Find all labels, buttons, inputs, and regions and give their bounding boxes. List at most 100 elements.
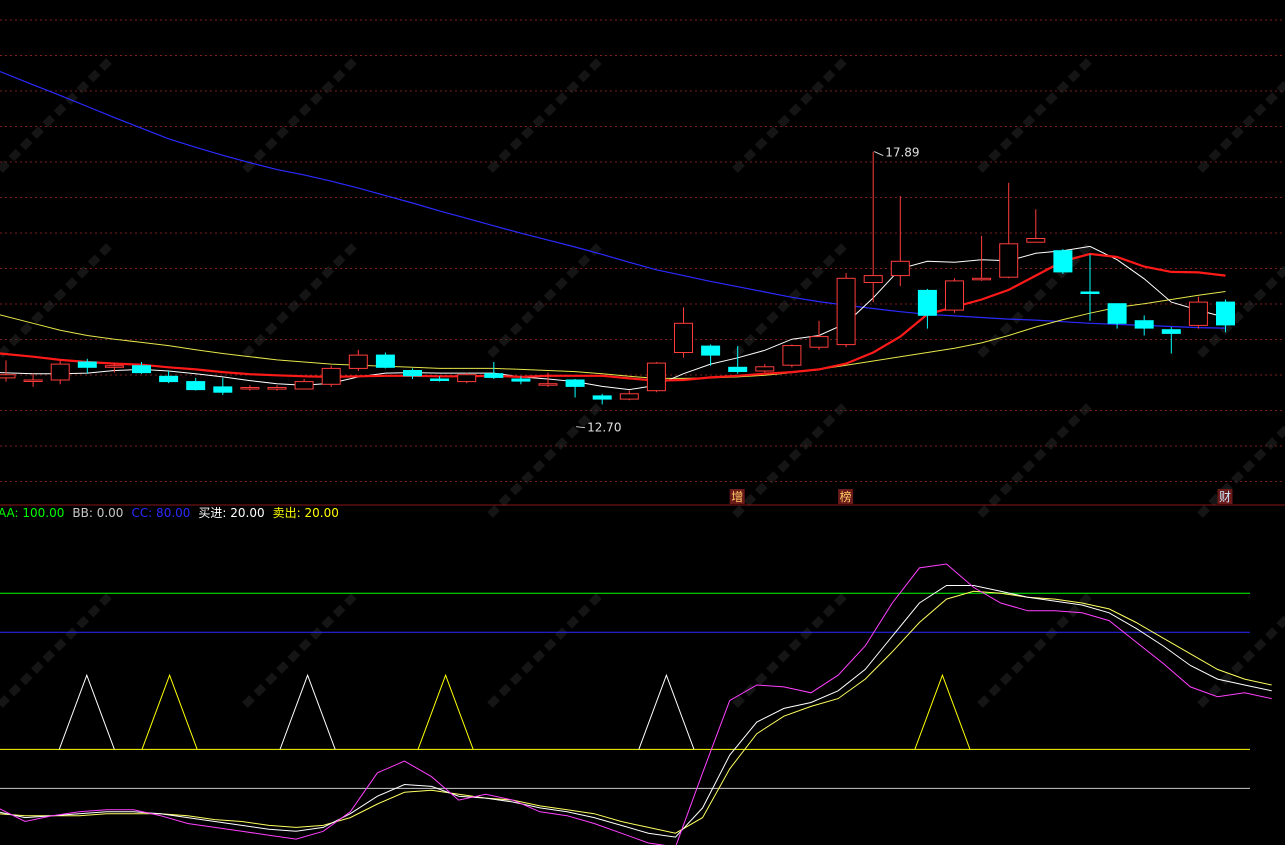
indicator-lines bbox=[0, 563, 1272, 845]
candle-body-down bbox=[1080, 291, 1100, 294]
candle-body-up bbox=[646, 362, 666, 392]
candle-body-up bbox=[457, 374, 477, 383]
candle-body-up bbox=[836, 277, 856, 346]
watermark-mark bbox=[242, 57, 358, 173]
j-line bbox=[0, 590, 1272, 834]
event-marker-text: 榜 bbox=[840, 489, 852, 504]
candle-body-down bbox=[159, 375, 179, 383]
candle-body-down bbox=[917, 289, 937, 316]
candle-body-up bbox=[863, 275, 883, 284]
candle-body-up bbox=[50, 363, 70, 381]
candle[interactable] bbox=[592, 393, 612, 405]
candle-body-down bbox=[403, 370, 422, 377]
event-marker[interactable]: 财 bbox=[1217, 489, 1233, 504]
candle[interactable] bbox=[1188, 296, 1208, 329]
candle-body-down bbox=[511, 378, 531, 382]
ma-slow-line bbox=[0, 291, 1226, 379]
candle[interactable] bbox=[619, 390, 639, 401]
d-line bbox=[0, 585, 1272, 838]
candle[interactable] bbox=[0, 360, 16, 382]
candle-body-up bbox=[240, 387, 260, 390]
candle-body-up bbox=[999, 243, 1019, 278]
moving-average-lines bbox=[0, 70, 1226, 391]
candle[interactable] bbox=[646, 362, 666, 393]
candle-body-up bbox=[890, 260, 910, 277]
candle[interactable] bbox=[890, 196, 910, 287]
candle-body-down bbox=[213, 386, 233, 393]
candle-body-up bbox=[972, 277, 992, 281]
candle[interactable] bbox=[755, 364, 775, 373]
candle-body-down bbox=[186, 381, 206, 391]
candle[interactable] bbox=[50, 360, 70, 385]
candle[interactable] bbox=[1080, 254, 1100, 321]
candle-body-down bbox=[592, 395, 612, 400]
candle[interactable] bbox=[809, 320, 829, 350]
watermark-mark bbox=[0, 242, 113, 358]
watermark-mark bbox=[0, 592, 113, 708]
candle[interactable] bbox=[348, 349, 368, 371]
legend-aa: AA: 100.00 bbox=[0, 506, 64, 520]
candle[interactable] bbox=[1053, 249, 1073, 274]
candle[interactable] bbox=[1026, 209, 1046, 243]
event-marker[interactable]: 增 bbox=[729, 489, 745, 504]
watermark-mark bbox=[487, 57, 603, 173]
signal-peak bbox=[141, 673, 198, 750]
watermark-mark bbox=[732, 57, 848, 173]
watermark-mark bbox=[487, 592, 603, 708]
grid-lines bbox=[0, 19, 1285, 482]
candle-body-up bbox=[267, 387, 287, 390]
candle[interactable] bbox=[945, 278, 964, 313]
candle[interactable] bbox=[403, 368, 422, 379]
candle-body-down bbox=[132, 365, 151, 374]
event-marker[interactable]: 榜 bbox=[838, 489, 854, 504]
candle[interactable] bbox=[23, 373, 43, 387]
candle-body-up bbox=[104, 365, 124, 368]
candle[interactable] bbox=[457, 372, 477, 384]
candle[interactable] bbox=[321, 365, 341, 387]
candle[interactable] bbox=[484, 362, 504, 379]
candle[interactable] bbox=[565, 379, 585, 398]
candle[interactable] bbox=[294, 379, 314, 390]
candle-body-down bbox=[728, 366, 748, 372]
watermark-mark bbox=[242, 242, 358, 358]
candle-body-down bbox=[1107, 303, 1127, 324]
candlestick-series[interactable] bbox=[0, 151, 1235, 405]
candle[interactable] bbox=[1216, 299, 1235, 333]
price-annotations: 17.89 12.70 bbox=[576, 146, 920, 435]
signal-peak bbox=[914, 673, 971, 750]
candle[interactable] bbox=[159, 371, 179, 384]
candle[interactable] bbox=[240, 385, 260, 391]
candle[interactable] bbox=[213, 377, 233, 395]
low-price-label: 12.70 bbox=[587, 421, 621, 435]
legend-bb: BB: 0.00 bbox=[72, 506, 123, 520]
candle[interactable] bbox=[1134, 315, 1154, 336]
candle-body-down bbox=[1134, 320, 1154, 329]
high-price-pointer bbox=[873, 151, 884, 157]
candle-body-up bbox=[1026, 238, 1046, 243]
candle-body-up bbox=[1188, 301, 1208, 326]
candle[interactable] bbox=[375, 352, 395, 369]
candle[interactable] bbox=[972, 235, 992, 281]
watermark-mark bbox=[1197, 79, 1285, 173]
candle[interactable] bbox=[836, 273, 856, 348]
candle-body-up bbox=[321, 367, 341, 385]
watermark-mark bbox=[487, 402, 603, 518]
candle[interactable] bbox=[1161, 327, 1181, 354]
candle[interactable] bbox=[863, 151, 883, 303]
event-markers[interactable]: 增榜财 bbox=[729, 489, 1233, 504]
candle-body-up bbox=[538, 383, 558, 386]
candle-body-up bbox=[23, 379, 43, 382]
watermark-mark bbox=[487, 242, 603, 358]
candle[interactable] bbox=[186, 377, 206, 391]
candle-body-up bbox=[755, 366, 775, 372]
legend-buy: 买进: 20.00 bbox=[198, 506, 264, 520]
watermark-mark bbox=[732, 402, 848, 518]
candle-body-up bbox=[674, 322, 693, 353]
candle[interactable] bbox=[917, 288, 937, 329]
candle[interactable] bbox=[782, 344, 802, 368]
indicator-legend: AA: 100.00 BB: 0.00 CC: 80.00 买进: 20.00 卖出: … bbox=[0, 506, 339, 520]
candle[interactable] bbox=[674, 307, 693, 358]
candle[interactable] bbox=[267, 385, 287, 391]
candle-body-down bbox=[375, 354, 395, 368]
stock-chart[interactable]: 17.89 12.70 增 榜 财 AA: 100.00 BB: 0.00 CC: 80… bbox=[0, 0, 1285, 845]
